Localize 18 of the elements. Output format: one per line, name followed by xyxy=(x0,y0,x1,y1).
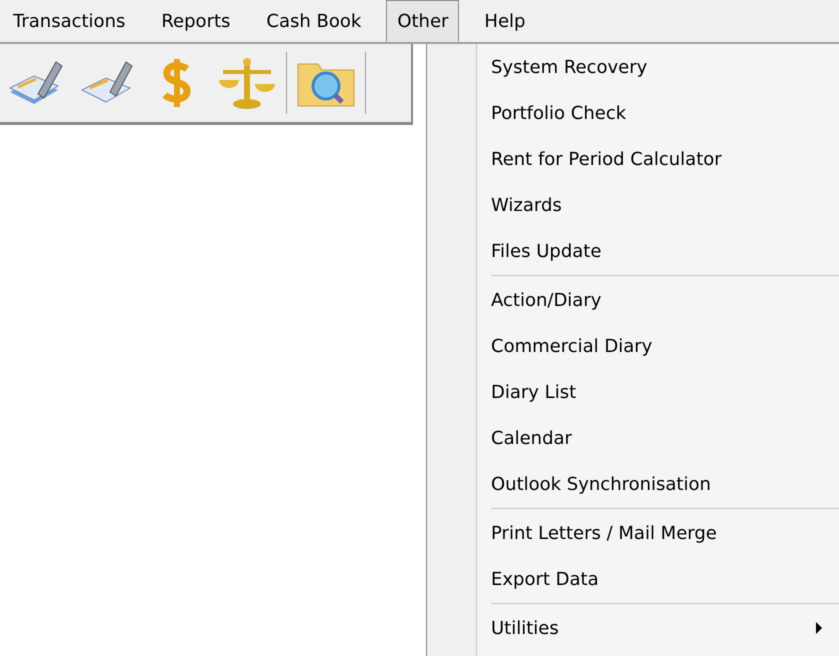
menu-entry[interactable]: Export Data xyxy=(477,556,839,602)
menu-entry[interactable]: System Recovery xyxy=(477,44,839,90)
menu-entry[interactable]: Action/Diary xyxy=(477,277,839,323)
menu-item[interactable]: Help xyxy=(473,0,536,42)
menu-entry[interactable]: Wizards xyxy=(477,182,839,228)
menu-entry[interactable]: Calendar xyxy=(477,415,839,461)
menu-entry[interactable]: Rent for Period Calculator xyxy=(477,136,839,182)
menu-item[interactable]: Transactions xyxy=(2,0,136,42)
menu-entry[interactable]: Print Letters / Mail Merge xyxy=(477,510,839,556)
menu-item[interactable]: Other xyxy=(386,0,460,42)
menu-entry[interactable]: Outlook Synchronisation xyxy=(477,461,839,507)
menu-item[interactable]: Cash Book xyxy=(255,0,372,42)
menu-entry[interactable]: Portfolio Check xyxy=(477,90,839,136)
menu-entry[interactable]: Commercial Diary xyxy=(477,323,839,369)
menu-item[interactable]: Reports xyxy=(150,0,242,42)
menu-entry[interactable]: Diary List xyxy=(477,369,839,415)
menu-entry[interactable]: Utilities xyxy=(477,605,839,651)
menu-entry[interactable]: Files Update xyxy=(477,228,839,274)
